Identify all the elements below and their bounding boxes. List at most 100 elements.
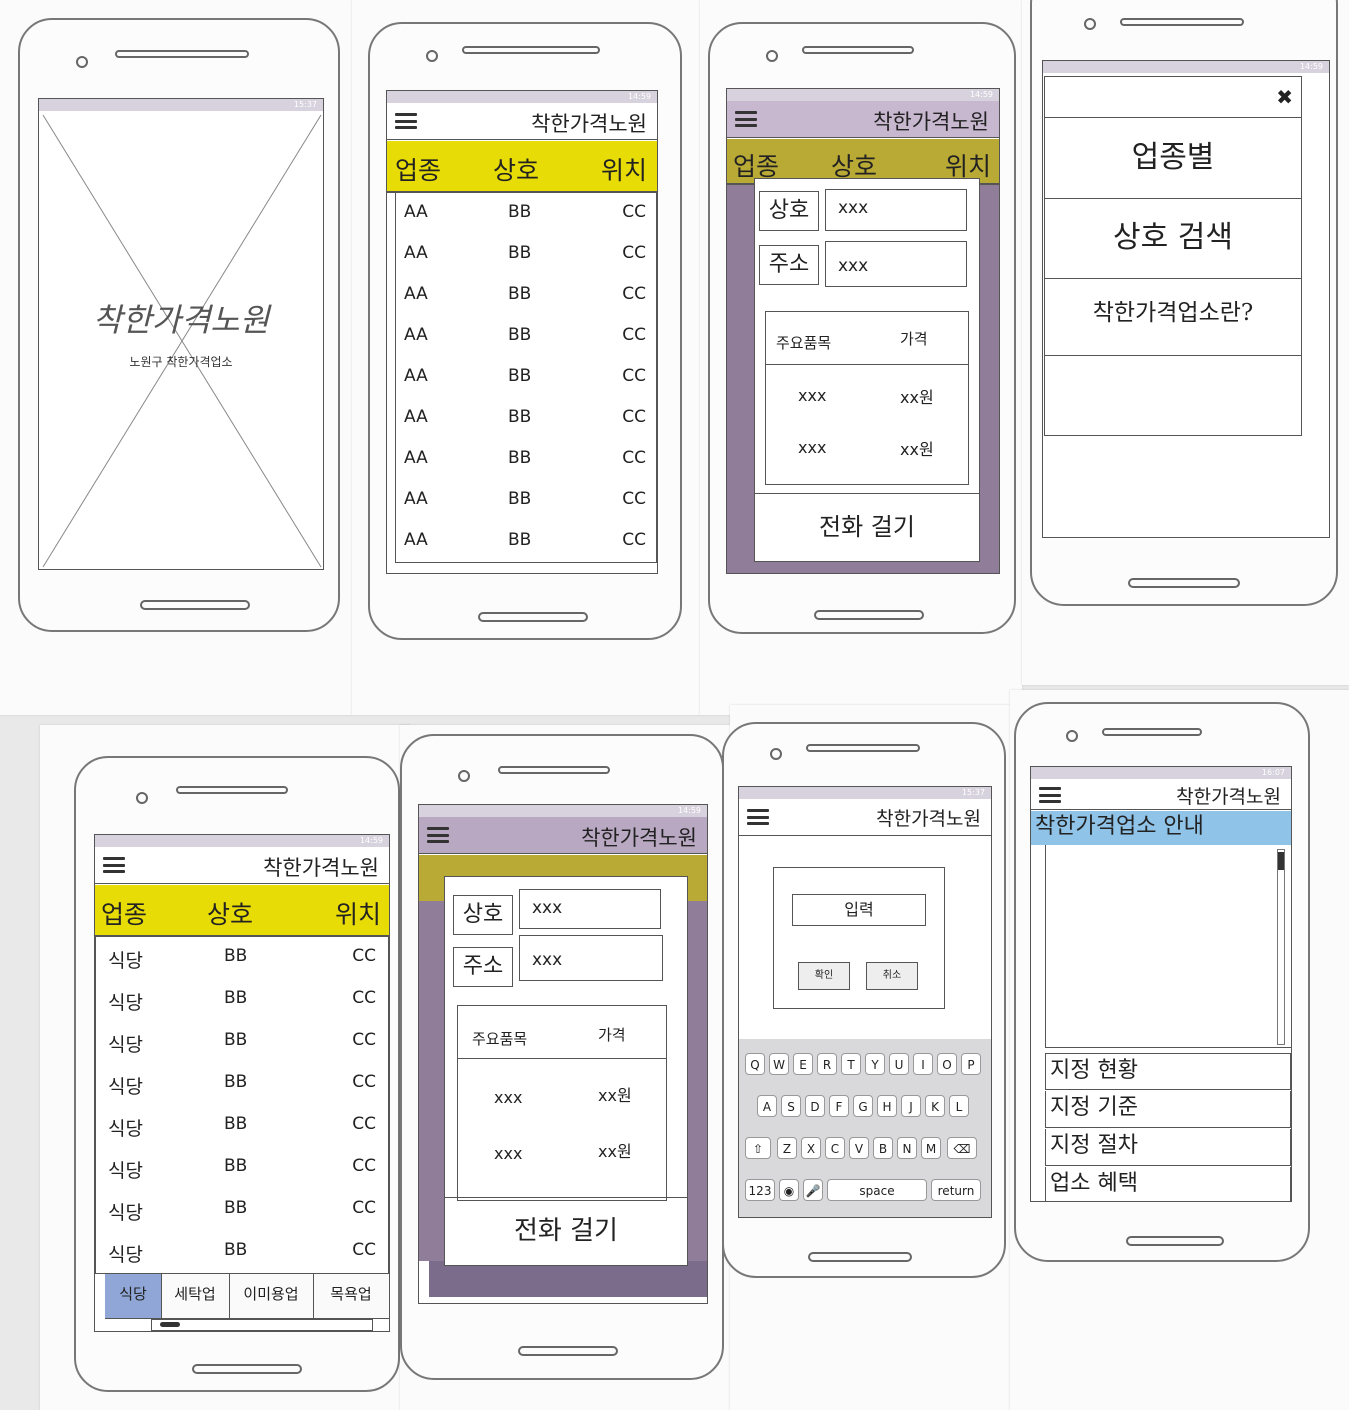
phone-splash: 15:37 착한가격노원 노원구 착한가격업소: [18, 18, 340, 632]
search-input[interactable]: 입력: [792, 894, 926, 926]
header-location[interactable]: 위치: [335, 895, 381, 931]
key-f[interactable]: F: [829, 1095, 849, 1117]
row-location: CC: [352, 1156, 376, 1176]
price-header: 가격: [900, 330, 928, 348]
list-row[interactable]: AA BB CC: [395, 480, 657, 522]
row-location: CC: [352, 1030, 376, 1050]
info-menu-item[interactable]: 지정 기준: [1045, 1091, 1291, 1128]
key-l[interactable]: L: [949, 1095, 969, 1117]
hamburger-menu-icon[interactable]: [427, 827, 449, 843]
splash-subtitle: 노원구 착한가격업소: [129, 355, 233, 369]
return-key[interactable]: return: [931, 1179, 981, 1201]
search-dialog: 입력 확인 취소: [773, 867, 945, 1009]
menu-search-name[interactable]: 상호 검색: [1045, 198, 1301, 279]
ok-button[interactable]: 확인: [798, 962, 850, 990]
key-u[interactable]: U: [889, 1053, 909, 1075]
info-scrollbar[interactable]: [1277, 849, 1285, 1045]
tab-laundry[interactable]: 세탁업: [161, 1274, 230, 1318]
info-menu-item[interactable]: 지정 현황: [1045, 1053, 1291, 1090]
list-row[interactable]: AA BB CC: [395, 275, 657, 317]
category-row[interactable]: 식당 BB CC: [95, 979, 389, 1022]
header-location[interactable]: 위치: [601, 151, 647, 187]
list-row[interactable]: AA BB CC: [395, 357, 657, 399]
menu-about[interactable]: 착한가격업소란?: [1045, 279, 1301, 356]
key-a[interactable]: A: [757, 1095, 777, 1117]
item-header: 주요품목: [472, 1030, 528, 1048]
price-2: xx원: [900, 440, 934, 459]
category-screen: 14:59 착한가격노원 업종 상호 위치 식당 BB CC 식당 BB CC 식당 BB CC…: [94, 834, 390, 1332]
phone-list: 14:59 착한가격노원 업종 상호 위치 AA BB CC AA BB CC AA BB CC…: [368, 22, 682, 640]
key-e[interactable]: E: [793, 1053, 813, 1075]
shift-key-icon[interactable]: ⇧: [745, 1137, 771, 1159]
key-b[interactable]: B: [873, 1137, 893, 1159]
backspace-key-icon[interactable]: ⌫: [947, 1137, 977, 1159]
tab-beauty[interactable]: 이미용업: [229, 1274, 314, 1318]
key-y[interactable]: Y: [865, 1053, 885, 1075]
row-category: AA: [404, 202, 428, 222]
row-category: AA: [404, 243, 428, 263]
hamburger-menu-icon[interactable]: [103, 857, 125, 873]
key-h[interactable]: H: [877, 1095, 897, 1117]
header-category[interactable]: 업종: [101, 895, 147, 931]
numbers-key[interactable]: 123: [745, 1179, 775, 1201]
key-v[interactable]: V: [849, 1137, 869, 1159]
row-location: CC: [622, 489, 646, 509]
tab-bath[interactable]: 목욕업: [313, 1274, 389, 1318]
hamburger-menu-icon[interactable]: [747, 809, 769, 825]
header-name[interactable]: 상호: [207, 895, 253, 931]
key-z[interactable]: Z: [777, 1137, 797, 1159]
key-d[interactable]: D: [805, 1095, 825, 1117]
category-row[interactable]: 식당 BB CC: [95, 1189, 389, 1232]
menu-by-category[interactable]: 업종별: [1045, 117, 1301, 199]
category-row[interactable]: 식당 BB CC: [95, 1231, 389, 1274]
key-g[interactable]: G: [853, 1095, 873, 1117]
key-j[interactable]: J: [901, 1095, 921, 1117]
key-q[interactable]: Q: [745, 1053, 765, 1075]
row-name: BB: [224, 1240, 248, 1260]
call-button[interactable]: 전화 걸기: [445, 1197, 687, 1266]
category-row[interactable]: 식당 BB CC: [95, 1063, 389, 1106]
globe-key-icon[interactable]: ◉: [779, 1179, 799, 1201]
hamburger-menu-icon[interactable]: [1039, 787, 1061, 803]
app-title: 착한가격노원: [873, 110, 989, 134]
tab-lodging[interactable]: 숙: [389, 1274, 390, 1318]
call-button[interactable]: 전화 걸기: [755, 493, 979, 562]
key-n[interactable]: N: [897, 1137, 917, 1159]
key-x[interactable]: X: [801, 1137, 821, 1159]
info-menu-item[interactable]: 지정 절차: [1045, 1129, 1291, 1166]
close-icon[interactable]: ✖: [1276, 85, 1293, 109]
category-row[interactable]: 식당 BB CC: [95, 937, 389, 980]
cancel-button[interactable]: 취소: [866, 962, 918, 990]
space-key[interactable]: space: [827, 1179, 927, 1201]
key-m[interactable]: M: [921, 1137, 941, 1159]
row-category: 식당: [108, 1118, 143, 1140]
mic-key-icon[interactable]: 🎤: [803, 1179, 823, 1201]
category-row[interactable]: 식당 BB CC: [95, 1021, 389, 1064]
hamburger-menu-icon[interactable]: [395, 113, 417, 129]
row-location: CC: [352, 1198, 376, 1218]
row-category: AA: [404, 530, 428, 550]
header-category[interactable]: 업종: [395, 151, 441, 187]
info-menu-item[interactable]: 업소 혜택: [1045, 1167, 1291, 1201]
list-row[interactable]: AA BB CC: [395, 398, 657, 440]
list-row[interactable]: AA BB CC: [395, 193, 657, 235]
list-row[interactable]: AA BB CC: [395, 521, 657, 563]
key-i[interactable]: I: [913, 1053, 933, 1075]
category-row[interactable]: 식당 BB CC: [95, 1105, 389, 1148]
key-k[interactable]: K: [925, 1095, 945, 1117]
hamburger-menu-icon[interactable]: [735, 111, 757, 127]
list-row[interactable]: AA BB CC: [395, 234, 657, 276]
category-row[interactable]: 식당 BB CC: [95, 1147, 389, 1190]
key-o[interactable]: O: [937, 1053, 957, 1075]
tabs-scrollbar[interactable]: [151, 1319, 373, 1331]
key-t[interactable]: T: [841, 1053, 861, 1075]
key-p[interactable]: P: [961, 1053, 981, 1075]
key-r[interactable]: R: [817, 1053, 837, 1075]
tab-restaurant[interactable]: 식당: [105, 1274, 162, 1318]
list-row[interactable]: AA BB CC: [395, 316, 657, 358]
header-name[interactable]: 상호: [493, 151, 539, 187]
key-c[interactable]: C: [825, 1137, 845, 1159]
key-w[interactable]: W: [769, 1053, 789, 1075]
list-row[interactable]: AA BB CC: [395, 439, 657, 481]
key-s[interactable]: S: [781, 1095, 801, 1117]
